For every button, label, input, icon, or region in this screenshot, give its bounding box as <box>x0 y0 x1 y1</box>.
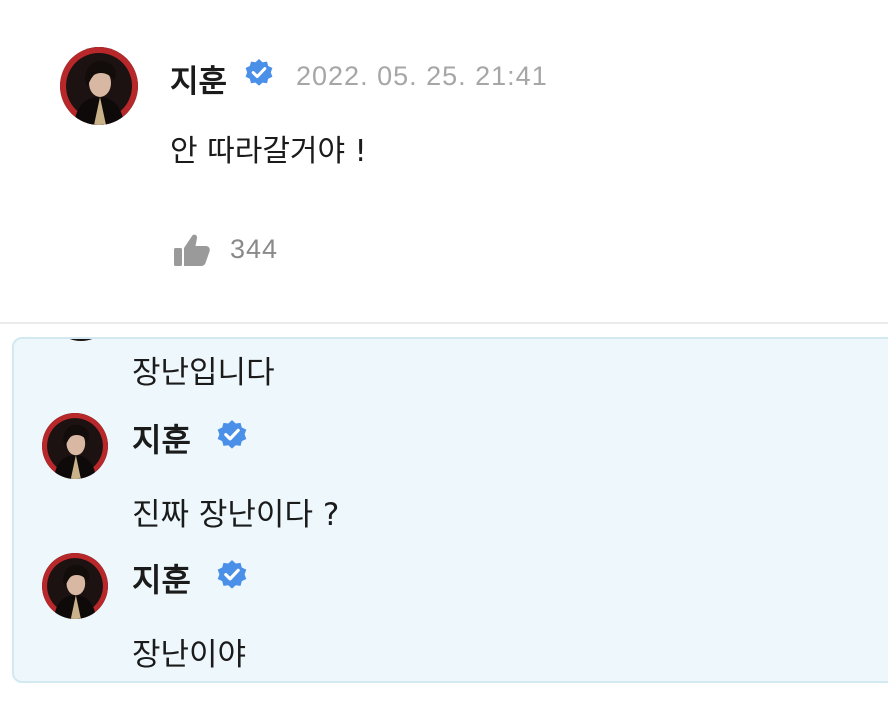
thumbs-up-icon[interactable] <box>172 230 212 270</box>
replies-panel: 장난입니다 지훈 진짜 장난이다 ? 지훈 장난이야 <box>12 337 888 683</box>
reply-text: 진짜 장난이다 ? <box>132 497 340 533</box>
reply-avatar[interactable] <box>42 553 108 619</box>
verified-badge-icon <box>217 560 247 589</box>
avatar-photo <box>60 47 138 125</box>
author-name[interactable]: 지훈 <box>170 56 227 101</box>
reply-author-name[interactable]: 지훈 <box>132 415 191 461</box>
reply-avatar[interactable] <box>42 413 108 479</box>
author-avatar[interactable] <box>60 47 138 125</box>
like-count: 344 <box>230 234 279 264</box>
avatar <box>48 339 114 341</box>
verified-badge-icon <box>217 420 247 449</box>
post: 지훈 2022. 05. 25. 21:41 안 따라갈거야 ! 344 <box>0 0 888 322</box>
avatar-photo <box>42 553 108 619</box>
page: 지훈 2022. 05. 25. 21:41 안 따라갈거야 ! 344 장난입… <box>0 0 888 704</box>
verified-badge-icon <box>245 59 273 86</box>
post-timestamp: 2022. 05. 25. 21:41 <box>296 61 548 91</box>
post-text: 안 따라갈거야 ! <box>170 134 367 169</box>
avatar-photo <box>42 413 108 479</box>
divider <box>0 322 888 324</box>
reply-text: 장난이야 <box>132 637 247 673</box>
reply-text: 장난입니다 <box>132 355 275 391</box>
reply-author-name[interactable]: 지훈 <box>132 555 191 601</box>
